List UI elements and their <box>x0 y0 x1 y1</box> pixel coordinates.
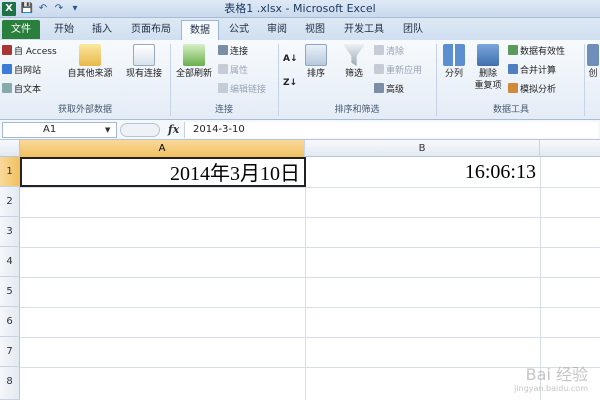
group-divider <box>436 44 437 116</box>
row-gridline <box>20 277 600 278</box>
advanced-icon <box>374 83 384 93</box>
tab-file[interactable]: 文件 <box>2 20 40 39</box>
group-icon <box>587 44 599 66</box>
tab-view[interactable]: 视图 <box>298 20 332 40</box>
reapply-icon <box>374 64 384 74</box>
text-to-columns-icon <box>443 44 465 66</box>
name-box-dropdown-icon[interactable]: ▼ <box>105 122 110 138</box>
data-validation-icon <box>508 45 518 55</box>
row-header-3[interactable]: 3 <box>0 217 20 247</box>
tab-insert[interactable]: 插入 <box>84 20 120 40</box>
baidu-watermark: Bai 经验 jingyan.baidu.com <box>514 365 588 394</box>
tab-home[interactable]: 开始 <box>46 20 82 40</box>
ribbon-tabs: 文件 开始 插入 页面布局 数据 公式 审阅 视图 开发工具 团队 <box>0 18 600 41</box>
reapply-button[interactable]: 重新应用 <box>374 64 422 78</box>
group-label-sort-filter: 排序和筛选 <box>334 105 380 115</box>
clear-filter-button[interactable]: 清除 <box>374 45 404 59</box>
properties-icon <box>218 64 228 74</box>
other-sources-icon <box>79 44 101 66</box>
row-header-5[interactable]: 5 <box>0 277 20 307</box>
filter-funnel-icon <box>343 44 365 66</box>
connections-icon <box>218 45 228 55</box>
name-box[interactable]: A1 <box>2 122 117 138</box>
sort-icon <box>305 44 327 66</box>
sort-button[interactable]: 排序 <box>302 44 330 80</box>
column-header-b[interactable]: B <box>305 140 540 157</box>
row-header-7[interactable]: 7 <box>0 337 20 367</box>
title-bar: X 💾 ↶ ↷ ▾ 表格1 .xlsx - Microsoft Excel <box>0 0 600 18</box>
group-label-connections: 连接 <box>214 105 233 115</box>
column-header-a[interactable]: A <box>20 140 305 157</box>
what-if-icon <box>508 83 518 93</box>
existing-connections-button[interactable]: 现有连接 <box>120 44 168 80</box>
remove-duplicates-icon <box>477 44 499 66</box>
cell-a1[interactable]: 2014年3月10日 <box>20 157 306 187</box>
tab-data[interactable]: 数据 <box>181 20 219 41</box>
existing-connections-icon <box>133 44 155 66</box>
refresh-all-button[interactable]: 全部刷新 <box>172 44 216 80</box>
select-all-corner[interactable] <box>0 140 20 157</box>
sort-ascending-icon[interactable]: A↓ <box>283 52 298 66</box>
insert-function-icon[interactable]: fx <box>168 120 179 140</box>
access-icon <box>2 45 12 55</box>
row-gridline <box>20 307 600 308</box>
properties-button[interactable]: 属性 <box>218 64 248 78</box>
refresh-icon <box>183 44 205 66</box>
worksheet-grid: A B 1 2 3 4 5 6 7 8 2014年3月10日 16:06:13 … <box>0 140 600 400</box>
tab-formulas[interactable]: 公式 <box>222 20 256 40</box>
formula-bar-handle[interactable] <box>120 123 160 137</box>
from-web-button[interactable]: 自网站 <box>2 64 41 78</box>
row-header-4[interactable]: 4 <box>0 247 20 277</box>
row-header-6[interactable]: 6 <box>0 307 20 337</box>
tab-review[interactable]: 审阅 <box>260 20 294 40</box>
clear-icon <box>374 45 384 55</box>
create-group-button[interactable]: 创 <box>586 44 600 80</box>
consolidate-icon <box>508 64 518 74</box>
edit-links-button[interactable]: 编辑链接 <box>218 83 266 97</box>
row-header-1[interactable]: 1 <box>0 157 20 187</box>
group-divider <box>170 44 171 116</box>
from-text-button[interactable]: 自文本 <box>2 83 41 97</box>
tab-team[interactable]: 团队 <box>396 20 430 40</box>
filter-button[interactable]: 筛选 <box>340 44 368 80</box>
consolidate-button[interactable]: 合并计算 <box>508 64 556 78</box>
connections-button[interactable]: 连接 <box>218 45 248 59</box>
column-gridline <box>540 157 541 400</box>
row-gridline <box>20 247 600 248</box>
tab-developer[interactable]: 开发工具 <box>336 20 392 40</box>
ribbon: 自 Access 自网站 自文本 自其他来源 现有连接 获取外部数据 全部刷新 … <box>0 40 600 120</box>
column-gridline <box>305 157 306 400</box>
what-if-analysis-button[interactable]: 模拟分析 <box>508 83 556 97</box>
text-to-columns-button[interactable]: 分列 <box>440 44 468 80</box>
row-gridline <box>20 367 600 368</box>
row-gridline <box>20 217 600 218</box>
window-title: 表格1 .xlsx - Microsoft Excel <box>224 2 376 15</box>
formula-bar: A1 ▼ fx 2014-3-10 <box>0 120 600 140</box>
column-header-c[interactable] <box>540 140 600 157</box>
text-file-icon <box>2 83 12 93</box>
group-divider <box>584 44 585 116</box>
group-label-external-data: 获取外部数据 <box>57 105 112 115</box>
row-header-8[interactable]: 8 <box>0 367 20 400</box>
advanced-filter-button[interactable]: 高级 <box>374 83 404 97</box>
web-icon <box>2 64 12 74</box>
from-access-button[interactable]: 自 Access <box>2 45 57 59</box>
group-divider <box>278 44 279 116</box>
row-gridline <box>20 187 600 188</box>
link-icon <box>218 83 228 93</box>
tab-page-layout[interactable]: 页面布局 <box>124 20 178 40</box>
column-header-row: A B <box>0 140 600 157</box>
data-validation-button[interactable]: 数据有效性 <box>508 45 565 59</box>
row-header-2[interactable]: 2 <box>0 187 20 217</box>
group-label-data-tools: 数据工具 <box>492 105 529 115</box>
from-other-sources-button[interactable]: 自其他来源 <box>64 44 116 80</box>
cell-b1[interactable]: 16:06:13 <box>306 157 540 187</box>
row-gridline <box>20 337 600 338</box>
remove-duplicates-button[interactable]: 删除 重复项 <box>472 44 504 92</box>
formula-input[interactable]: 2014-3-10 <box>184 122 598 138</box>
sort-descending-icon[interactable]: Z↓ <box>283 76 297 90</box>
